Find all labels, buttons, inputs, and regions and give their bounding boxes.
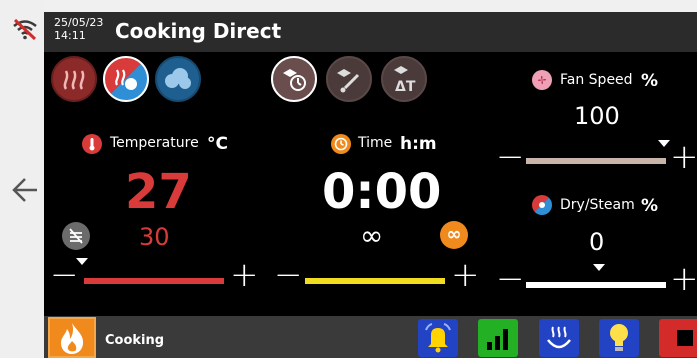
temperature-label: Temperature (110, 135, 199, 151)
temperature-plus-button[interactable]: + (230, 258, 259, 292)
timer-mode-button[interactable] (271, 56, 317, 102)
time-bar-track[interactable] (305, 278, 445, 284)
stop-icon (677, 330, 693, 346)
time-unit: h:m (400, 134, 437, 154)
steam-pot-icon (547, 326, 571, 349)
temperature-bar-track[interactable] (84, 278, 224, 284)
fan-bar-fill (526, 158, 666, 164)
temperature-setpoint: 30 (139, 223, 170, 251)
fan-speed-unit: % (641, 71, 659, 91)
time-plus-button[interactable]: + (451, 258, 480, 292)
fan-speed-label: Fan Speed (560, 72, 633, 88)
time-bar-fill (305, 278, 445, 284)
temperature-marker-icon (76, 258, 88, 265)
delta-t-icon: ΔT (394, 66, 416, 95)
stop-button[interactable] (659, 319, 697, 357)
fan-speed-value: 100 (574, 102, 620, 130)
dry-steam-value: 0 (589, 228, 605, 256)
dry-steam-bar-track[interactable] (526, 282, 666, 288)
fan-marker-icon (658, 140, 670, 147)
thermometer-icon (82, 134, 102, 154)
core-probe-icon (337, 69, 360, 93)
temperature-actual: 27 (125, 164, 192, 220)
light-bulb-icon (610, 324, 628, 351)
signal-bars-icon (487, 329, 508, 350)
preheat-toggle-button[interactable] (62, 222, 90, 250)
heat-icon (63, 70, 85, 90)
dry-steam-label: Dry/Steam (560, 197, 635, 213)
temperature-minus-button[interactable]: − (50, 258, 79, 292)
mode-steam-button[interactable] (155, 56, 201, 102)
dry-steam-marker-icon (593, 264, 605, 271)
fan-plus-button[interactable]: + (670, 140, 697, 174)
fan-icon (532, 70, 552, 90)
infinity-icon: ∞ (446, 224, 462, 245)
bottom-bar: Cooking (44, 316, 697, 358)
date-text: 25/05/23 (54, 16, 104, 29)
no-heat-icon (69, 228, 83, 244)
signal-button[interactable] (478, 319, 518, 357)
left-sidebar (0, 0, 44, 358)
infinity-toggle-button[interactable]: ∞ (440, 221, 468, 249)
temperature-unit: °C (207, 134, 228, 154)
header-bar: 25/05/23 14:11 Cooking Direct (44, 12, 697, 52)
dry-steam-unit: % (641, 196, 659, 216)
cooking-status-label: Cooking (105, 333, 165, 348)
back-arrow-icon[interactable] (11, 176, 39, 204)
wifi-off-icon (12, 17, 38, 41)
mode-combi-button[interactable] (103, 56, 149, 102)
datetime: 25/05/23 14:11 (54, 16, 103, 42)
bell-icon (425, 323, 451, 353)
main-panel: ΔT Temperature °C 27 30 − + Time h:m 0:0… (44, 52, 697, 316)
page-title: Cooking Direct (115, 19, 282, 43)
time-text: 14:11 (54, 29, 86, 42)
fan-minus-button[interactable]: − (496, 140, 525, 174)
mode-heat-button[interactable] (51, 56, 97, 102)
core-probe-button[interactable] (326, 56, 372, 102)
delta-t-button[interactable]: ΔT (381, 56, 427, 102)
steam-icon (165, 68, 191, 89)
combi-icon (115, 69, 137, 90)
cooking-status-button[interactable] (48, 317, 96, 358)
svg-text:ΔT: ΔT (395, 79, 416, 95)
alarm-button[interactable] (418, 319, 458, 357)
dry-steam-bar-fill (526, 282, 666, 288)
fan-bar-track[interactable] (526, 158, 666, 164)
dry-steam-icon (532, 195, 552, 215)
timer-probe-icon (283, 69, 306, 91)
dry-steam-minus-button[interactable]: − (496, 262, 525, 296)
temperature-bar-fill (84, 278, 224, 284)
clock-icon (331, 134, 351, 154)
time-value: 0:00 (322, 164, 442, 220)
time-infinity: ∞ (360, 219, 384, 252)
humidity-button[interactable] (539, 319, 579, 357)
flame-icon (61, 322, 84, 354)
time-minus-button[interactable]: − (274, 258, 303, 292)
time-label: Time (358, 135, 393, 151)
dry-steam-plus-button[interactable]: + (670, 262, 697, 296)
light-button[interactable] (599, 319, 639, 357)
